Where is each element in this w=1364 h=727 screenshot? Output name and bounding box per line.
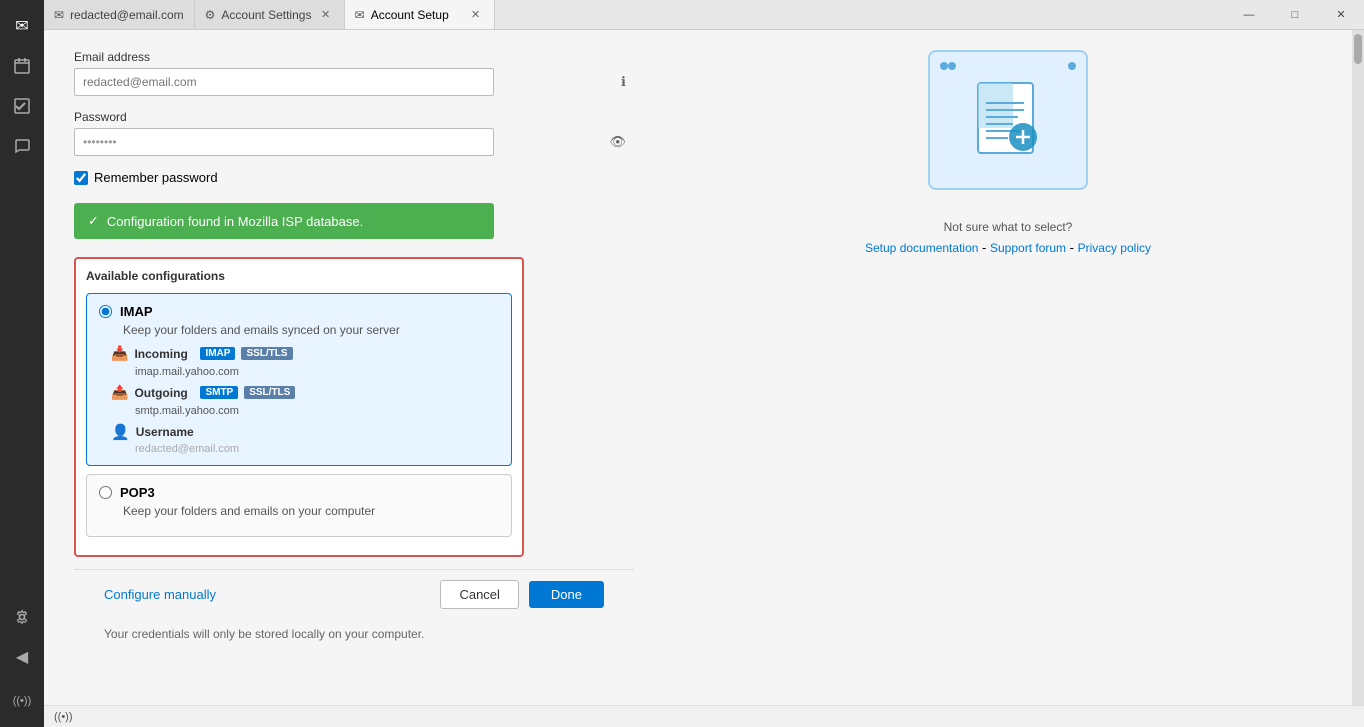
username-icon: 👤 — [111, 423, 130, 441]
imap-label[interactable]: IMAP — [120, 304, 153, 319]
tab-settings-icon: ⚙ — [205, 8, 216, 22]
imap-tag: IMAP — [200, 347, 235, 360]
wifi-icon: ((•)) — [54, 711, 73, 723]
tab-account-settings[interactable]: ⚙ Account Settings ✕ — [195, 0, 345, 29]
password-input-wrapper: 👁 — [74, 128, 634, 156]
ssl-tls-tag-outgoing: SSL/TLS — [244, 386, 295, 399]
scroll-track[interactable] — [1352, 30, 1364, 705]
main-area: ✉ redacted@email.com ⚙ Account Settings … — [44, 0, 1364, 727]
pop3-option[interactable]: POP3 Keep your folders and emails on you… — [86, 474, 512, 537]
dot-1 — [940, 62, 948, 70]
available-configurations-box: Available configurations IMAP Keep your … — [74, 257, 524, 557]
sidebar-icon-calendar[interactable] — [4, 48, 40, 84]
credentials-note: Your credentials will only be stored loc… — [74, 619, 634, 641]
cancel-button[interactable]: Cancel — [440, 580, 518, 609]
incoming-row: 📥 Incoming IMAP SSL/TLS — [111, 345, 499, 362]
sidebar-icon-collapse[interactable]: ◀ — [4, 639, 40, 675]
email-info-icon[interactable]: ℹ — [621, 74, 626, 90]
config-box-title: Available configurations — [86, 269, 512, 283]
sidebar-icon-chat[interactable] — [4, 128, 40, 164]
imap-description: Keep your folders and emails synced on y… — [123, 323, 499, 337]
pop3-label[interactable]: POP3 — [120, 485, 155, 500]
right-panel: Not sure what to select? Setup documenta… — [664, 30, 1352, 705]
ssl-tls-tag-incoming: SSL/TLS — [241, 347, 292, 360]
success-banner: ✓ Configuration found in Mozilla ISP dat… — [74, 203, 494, 239]
password-toggle-icon[interactable]: 👁 — [609, 134, 626, 150]
success-icon: ✓ — [88, 213, 99, 229]
sidebar-icon-wifi: ((•)) — [4, 683, 40, 719]
configure-manually-link[interactable]: Configure manually — [104, 587, 216, 602]
username-label: Username — [136, 425, 194, 439]
privacy-policy-link[interactable]: Privacy policy — [1078, 241, 1151, 255]
imap-radio-row: IMAP — [99, 304, 499, 319]
sidebar-icon-mail[interactable]: ✉ — [4, 8, 40, 44]
pop3-radio-row: POP3 — [99, 485, 499, 500]
sidebar-icon-settings[interactable] — [4, 599, 40, 635]
tab-account-setup-label: Account Setup — [371, 8, 449, 22]
content-wrapper: Email address ℹ Password 👁 Remember pass… — [44, 30, 1364, 705]
email-input[interactable] — [74, 68, 494, 96]
tab-setup-icon: ✉ — [355, 8, 365, 22]
email-input-wrapper: ℹ — [74, 68, 634, 96]
separator-2: - — [1070, 240, 1078, 255]
setup-documentation-link[interactable]: Setup documentation — [865, 241, 978, 255]
remember-password-label[interactable]: Remember password — [94, 170, 218, 185]
window-controls: — □ ✕ — [1226, 0, 1364, 29]
outgoing-label: Outgoing — [134, 386, 194, 400]
pop3-radio[interactable] — [99, 486, 112, 499]
help-text: Not sure what to select? — [865, 220, 1151, 234]
outgoing-server: smtp.mail.yahoo.com — [135, 405, 499, 417]
remember-password-row: Remember password — [74, 170, 634, 185]
tab-account-settings-label: Account Settings — [221, 8, 311, 22]
done-button[interactable]: Done — [529, 581, 604, 608]
tab-settings-close[interactable]: ✕ — [318, 7, 334, 23]
tab-bar: ✉ redacted@email.com ⚙ Account Settings … — [44, 0, 1364, 30]
imap-radio[interactable] — [99, 305, 112, 318]
username-row: 👤 Username — [111, 423, 499, 441]
dot-2 — [948, 62, 956, 70]
tab-setup-close[interactable]: ✕ — [468, 7, 484, 23]
sidebar: ✉ ◀ ((•)) — [0, 0, 44, 727]
illustration — [928, 50, 1088, 190]
outgoing-row: 📤 Outgoing SMTP SSL/TLS — [111, 384, 499, 401]
maximize-button[interactable]: □ — [1272, 0, 1318, 30]
scroll-thumb[interactable] — [1354, 34, 1362, 64]
imap-option[interactable]: IMAP Keep your folders and emails synced… — [86, 293, 512, 466]
remember-password-checkbox[interactable] — [74, 171, 88, 185]
sidebar-icon-tasks[interactable] — [4, 88, 40, 124]
bottom-bar: Configure manually Cancel Done — [74, 569, 634, 619]
separator-1: - — [982, 240, 990, 255]
tab-email[interactable]: ✉ redacted@email.com — [44, 0, 195, 29]
status-bar: ((•)) — [44, 705, 1364, 727]
outgoing-icon: 📤 — [111, 384, 128, 401]
success-text: Configuration found in Mozilla ISP datab… — [107, 214, 363, 229]
incoming-server: imap.mail.yahoo.com — [135, 366, 499, 378]
right-links: Not sure what to select? Setup documenta… — [865, 220, 1151, 255]
tab-email-icon: ✉ — [54, 8, 64, 22]
smtp-tag: SMTP — [200, 386, 238, 399]
illustration-dots — [930, 62, 1086, 70]
pop3-description: Keep your folders and emails on your com… — [123, 504, 499, 518]
incoming-label: Incoming — [134, 347, 194, 361]
email-label: Email address — [74, 50, 634, 64]
dialog-area: Email address ℹ Password 👁 Remember pass… — [44, 30, 664, 705]
document-illustration — [968, 75, 1048, 165]
minimize-button[interactable]: — — [1226, 0, 1272, 30]
password-input[interactable] — [74, 128, 494, 156]
username-value: redacted@email.com — [135, 443, 499, 455]
close-button[interactable]: ✕ — [1318, 0, 1364, 30]
support-forum-link[interactable]: Support forum — [990, 241, 1066, 255]
right-links-row: Setup documentation - Support forum - Pr… — [865, 240, 1151, 255]
tab-email-label: redacted@email.com — [70, 8, 184, 22]
password-label: Password — [74, 110, 634, 124]
tab-account-setup[interactable]: ✉ Account Setup ✕ — [345, 0, 495, 29]
dot-3 — [1068, 62, 1076, 70]
incoming-icon: 📥 — [111, 345, 128, 362]
